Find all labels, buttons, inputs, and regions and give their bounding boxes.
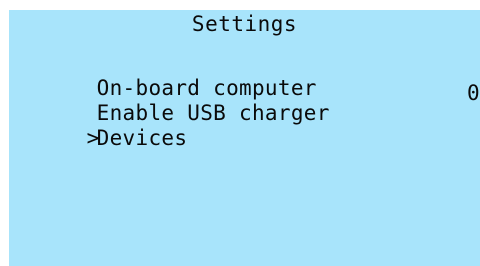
usb-charger-value: 0 (467, 81, 480, 105)
page-title: Settings (191, 12, 298, 36)
menu-item-devices[interactable]: >Devices (9, 108, 480, 149)
settings-menu: On-board computer Enable USB charger 0 >… (9, 58, 480, 149)
menu-item-label: Devices (96, 126, 188, 150)
menu-item-enable-usb-charger[interactable]: Enable USB charger 0 (9, 81, 480, 124)
selection-cursor: > (86, 126, 100, 150)
settings-screen: Settings On-board computer Enable USB ch… (9, 10, 480, 266)
menu-item-onboard-computer[interactable]: On-board computer (9, 58, 480, 99)
